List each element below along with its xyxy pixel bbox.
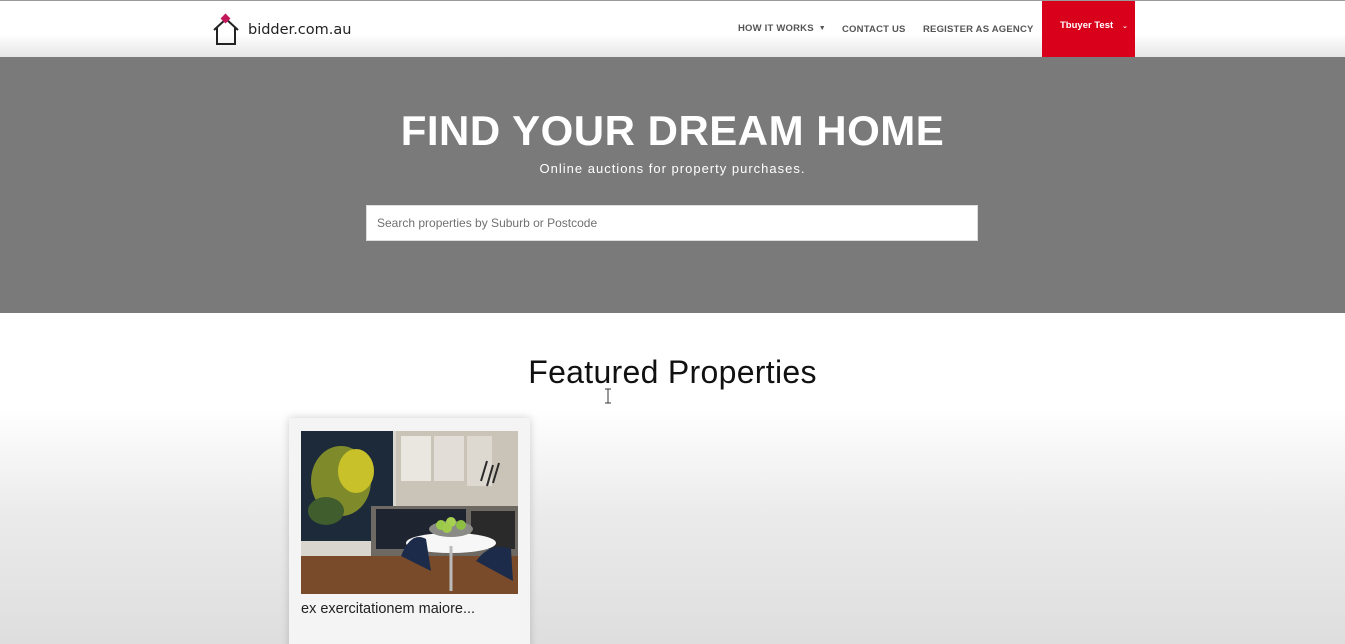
chevron-down-icon: ⌄ [1122, 23, 1128, 30]
nav-register-as-agency[interactable]: REGISTER AS AGENCY [923, 24, 1034, 35]
property-card-title[interactable]: ex exercitationem maiore... [301, 601, 518, 617]
hero-section: FIND YOUR DREAM HOME Online auctions for… [0, 57, 1345, 313]
nav-how-it-works-label: HOW IT WORKS [738, 23, 814, 34]
nav-contact-us[interactable]: CONTACT US [842, 24, 906, 35]
user-menu-button[interactable]: Tbuyer Test ⌄ [1042, 1, 1135, 58]
featured-heading: Featured Properties [528, 354, 817, 390]
logo[interactable]: bidder.com.au [210, 13, 351, 47]
property-card[interactable]: ex exercitationem maiore... [289, 418, 530, 644]
user-menu-label: Tbuyer Test [1060, 20, 1114, 31]
logo-text: bidder.com.au [248, 22, 352, 38]
nav-how-it-works[interactable]: HOW IT WORKS ▼ [738, 23, 826, 34]
text-cursor-icon [605, 388, 611, 404]
chevron-down-icon: ▼ [818, 25, 826, 32]
featured-section: Featured Properties [0, 313, 1345, 644]
house-gavel-icon [213, 13, 239, 45]
hero-title: FIND YOUR DREAM HOME [400, 107, 945, 154]
property-image[interactable] [301, 431, 518, 594]
hero-subtitle: Online auctions for property purchases. [539, 161, 806, 176]
search-input[interactable] [366, 205, 978, 241]
site-header: bidder.com.au HOW IT WORKS ▼ CONTACT US R… [0, 0, 1345, 58]
